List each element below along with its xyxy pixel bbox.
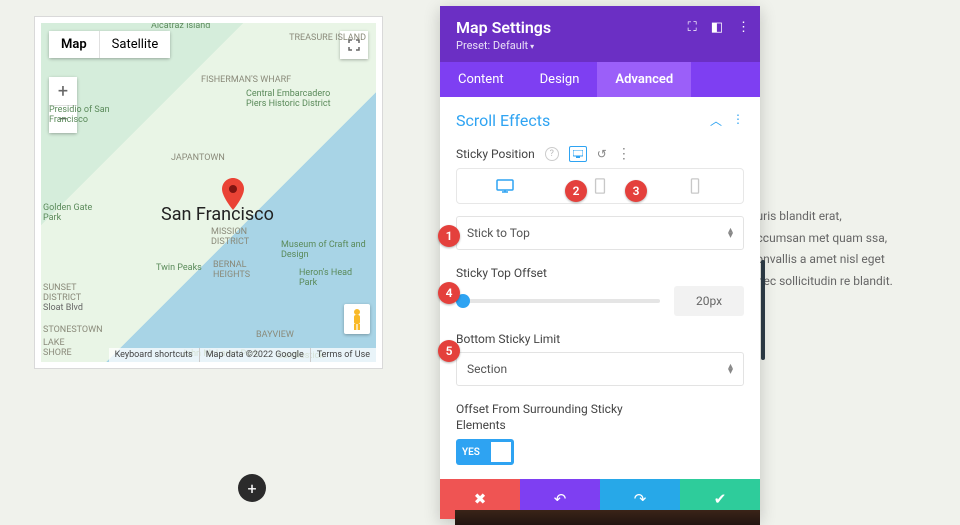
map-footer-data: Map data ©2022 Google [199,348,310,362]
bottom-limit-select[interactable]: Section ▴▾ [456,352,744,386]
section-title: Scroll Effects [456,111,550,130]
image-preview [455,510,760,525]
check-icon: ✔ [714,490,727,508]
map-label: Presidio of San Francisco [49,106,119,126]
scroll-handle[interactable] [761,260,765,360]
section-header[interactable]: Scroll Effects ︿ ⋮ [440,97,760,136]
map-label: JAPANTOWN [171,153,225,163]
sticky-top-offset-label: Sticky Top Offset [456,266,547,280]
map-label: Alcatraz Island [151,23,210,31]
map-label: Museum of Craft and Design [281,241,371,261]
tab-content[interactable]: Content [440,62,522,97]
map-canvas[interactable]: Map Satellite + − Alcatraz Island TREASU… [41,23,376,362]
offset-surround-toggle[interactable]: YES [456,439,514,465]
device-desktop[interactable] [457,169,552,203]
close-icon: ✖ [474,490,487,508]
field-more-icon[interactable]: ⋮ [617,146,631,162]
map-label: Twin Peaks [156,263,202,273]
updown-icon: ▴▾ [728,364,733,374]
phone-icon [686,178,704,194]
pegman-icon [349,308,365,330]
map-label: Central Embarcadero Piers Historic Distr… [246,90,346,110]
map-city-label: San Francisco [161,204,274,225]
toggle-yes-label: YES [462,447,480,458]
map-label: FISHERMAN'S WHARF [201,75,291,85]
map-footer-terms[interactable]: Terms of Use [310,348,376,362]
map-label: MISSION DISTRICT [211,228,271,248]
map-footer: Keyboard shortcuts Map data ©2022 Google… [109,348,376,362]
stick-to-value: Stick to Top [467,226,530,240]
drag-icon[interactable]: ◧ [711,20,723,35]
plus-icon: + [247,479,256,498]
map-label: SUNSET DISTRICT [43,284,93,304]
bottom-limit-value: Section [467,362,507,376]
map-type-map[interactable]: Map [49,31,99,58]
map-label: BERNAL HEIGHTS [213,261,263,281]
callout-2: 2 [565,180,587,202]
help-icon[interactable]: ? [545,147,559,161]
map-module: Map Satellite + − Alcatraz Island TREASU… [34,16,383,369]
more-icon[interactable]: ⋮ [737,20,750,35]
sticky-position-label: Sticky Position [456,147,535,161]
map-label: BAYVIEW [256,330,294,340]
callout-3: 3 [625,180,647,202]
stick-to-select[interactable]: Stick to Top ▴▾ [456,216,744,250]
offset-value[interactable]: 20px [674,286,744,316]
preset-selector[interactable]: Preset: Default [456,39,744,52]
hover-icon[interactable] [569,146,587,162]
map-footer-kb[interactable]: Keyboard shortcuts [109,348,199,362]
settings-panel: Map Settings Preset: Default ⛶ ◧ ⋮ Conte… [440,6,760,519]
map-label: Sloat Blvd [43,303,83,313]
tab-design[interactable]: Design [522,62,598,97]
zoom-in-button[interactable]: + [49,77,77,105]
map-type-toggle: Map Satellite [49,31,170,58]
reset-icon[interactable]: ↺ [597,147,607,161]
placeholder-text: auris blandit erat, accumsan met quam ss… [750,206,900,292]
focus-icon[interactable]: ⛶ [688,20,697,35]
toggle-knob [491,442,511,462]
collapse-icon[interactable]: ︿ [710,112,722,129]
panel-header: Map Settings Preset: Default ⛶ ◧ ⋮ [440,6,760,62]
updown-icon: ▴▾ [728,228,733,238]
map-label: TREASURE ISLAND [289,33,366,43]
device-tabs [456,168,744,204]
offset-surround-label: Offset From Surrounding Sticky Elements [456,402,636,433]
callout-1: 1 [438,225,460,247]
callout-4: 4 [438,282,460,304]
map-label: Golden Gate Park [43,204,93,224]
map-type-satellite[interactable]: Satellite [99,31,171,58]
map-label: Heron's Head Park [299,269,359,289]
section-more-icon[interactable]: ⋮ [732,112,744,129]
tab-advanced[interactable]: Advanced [597,62,691,97]
map-pin-icon [221,178,245,202]
undo-icon: ↶ [554,490,567,508]
map-label: LAKE SHORE [43,339,83,359]
desktop-icon [496,178,514,194]
device-phone[interactable] [648,169,743,203]
bottom-limit-label: Bottom Sticky Limit [456,332,560,346]
offset-slider[interactable] [456,299,660,303]
tablet-icon [591,178,609,194]
redo-icon: ↷ [634,490,647,508]
panel-tabs: Content Design Advanced [440,62,760,97]
pegman-button[interactable] [344,304,370,334]
map-label: STONESTOWN [43,325,103,335]
callout-5: 5 [438,340,460,362]
add-module-button[interactable]: + [238,474,266,502]
